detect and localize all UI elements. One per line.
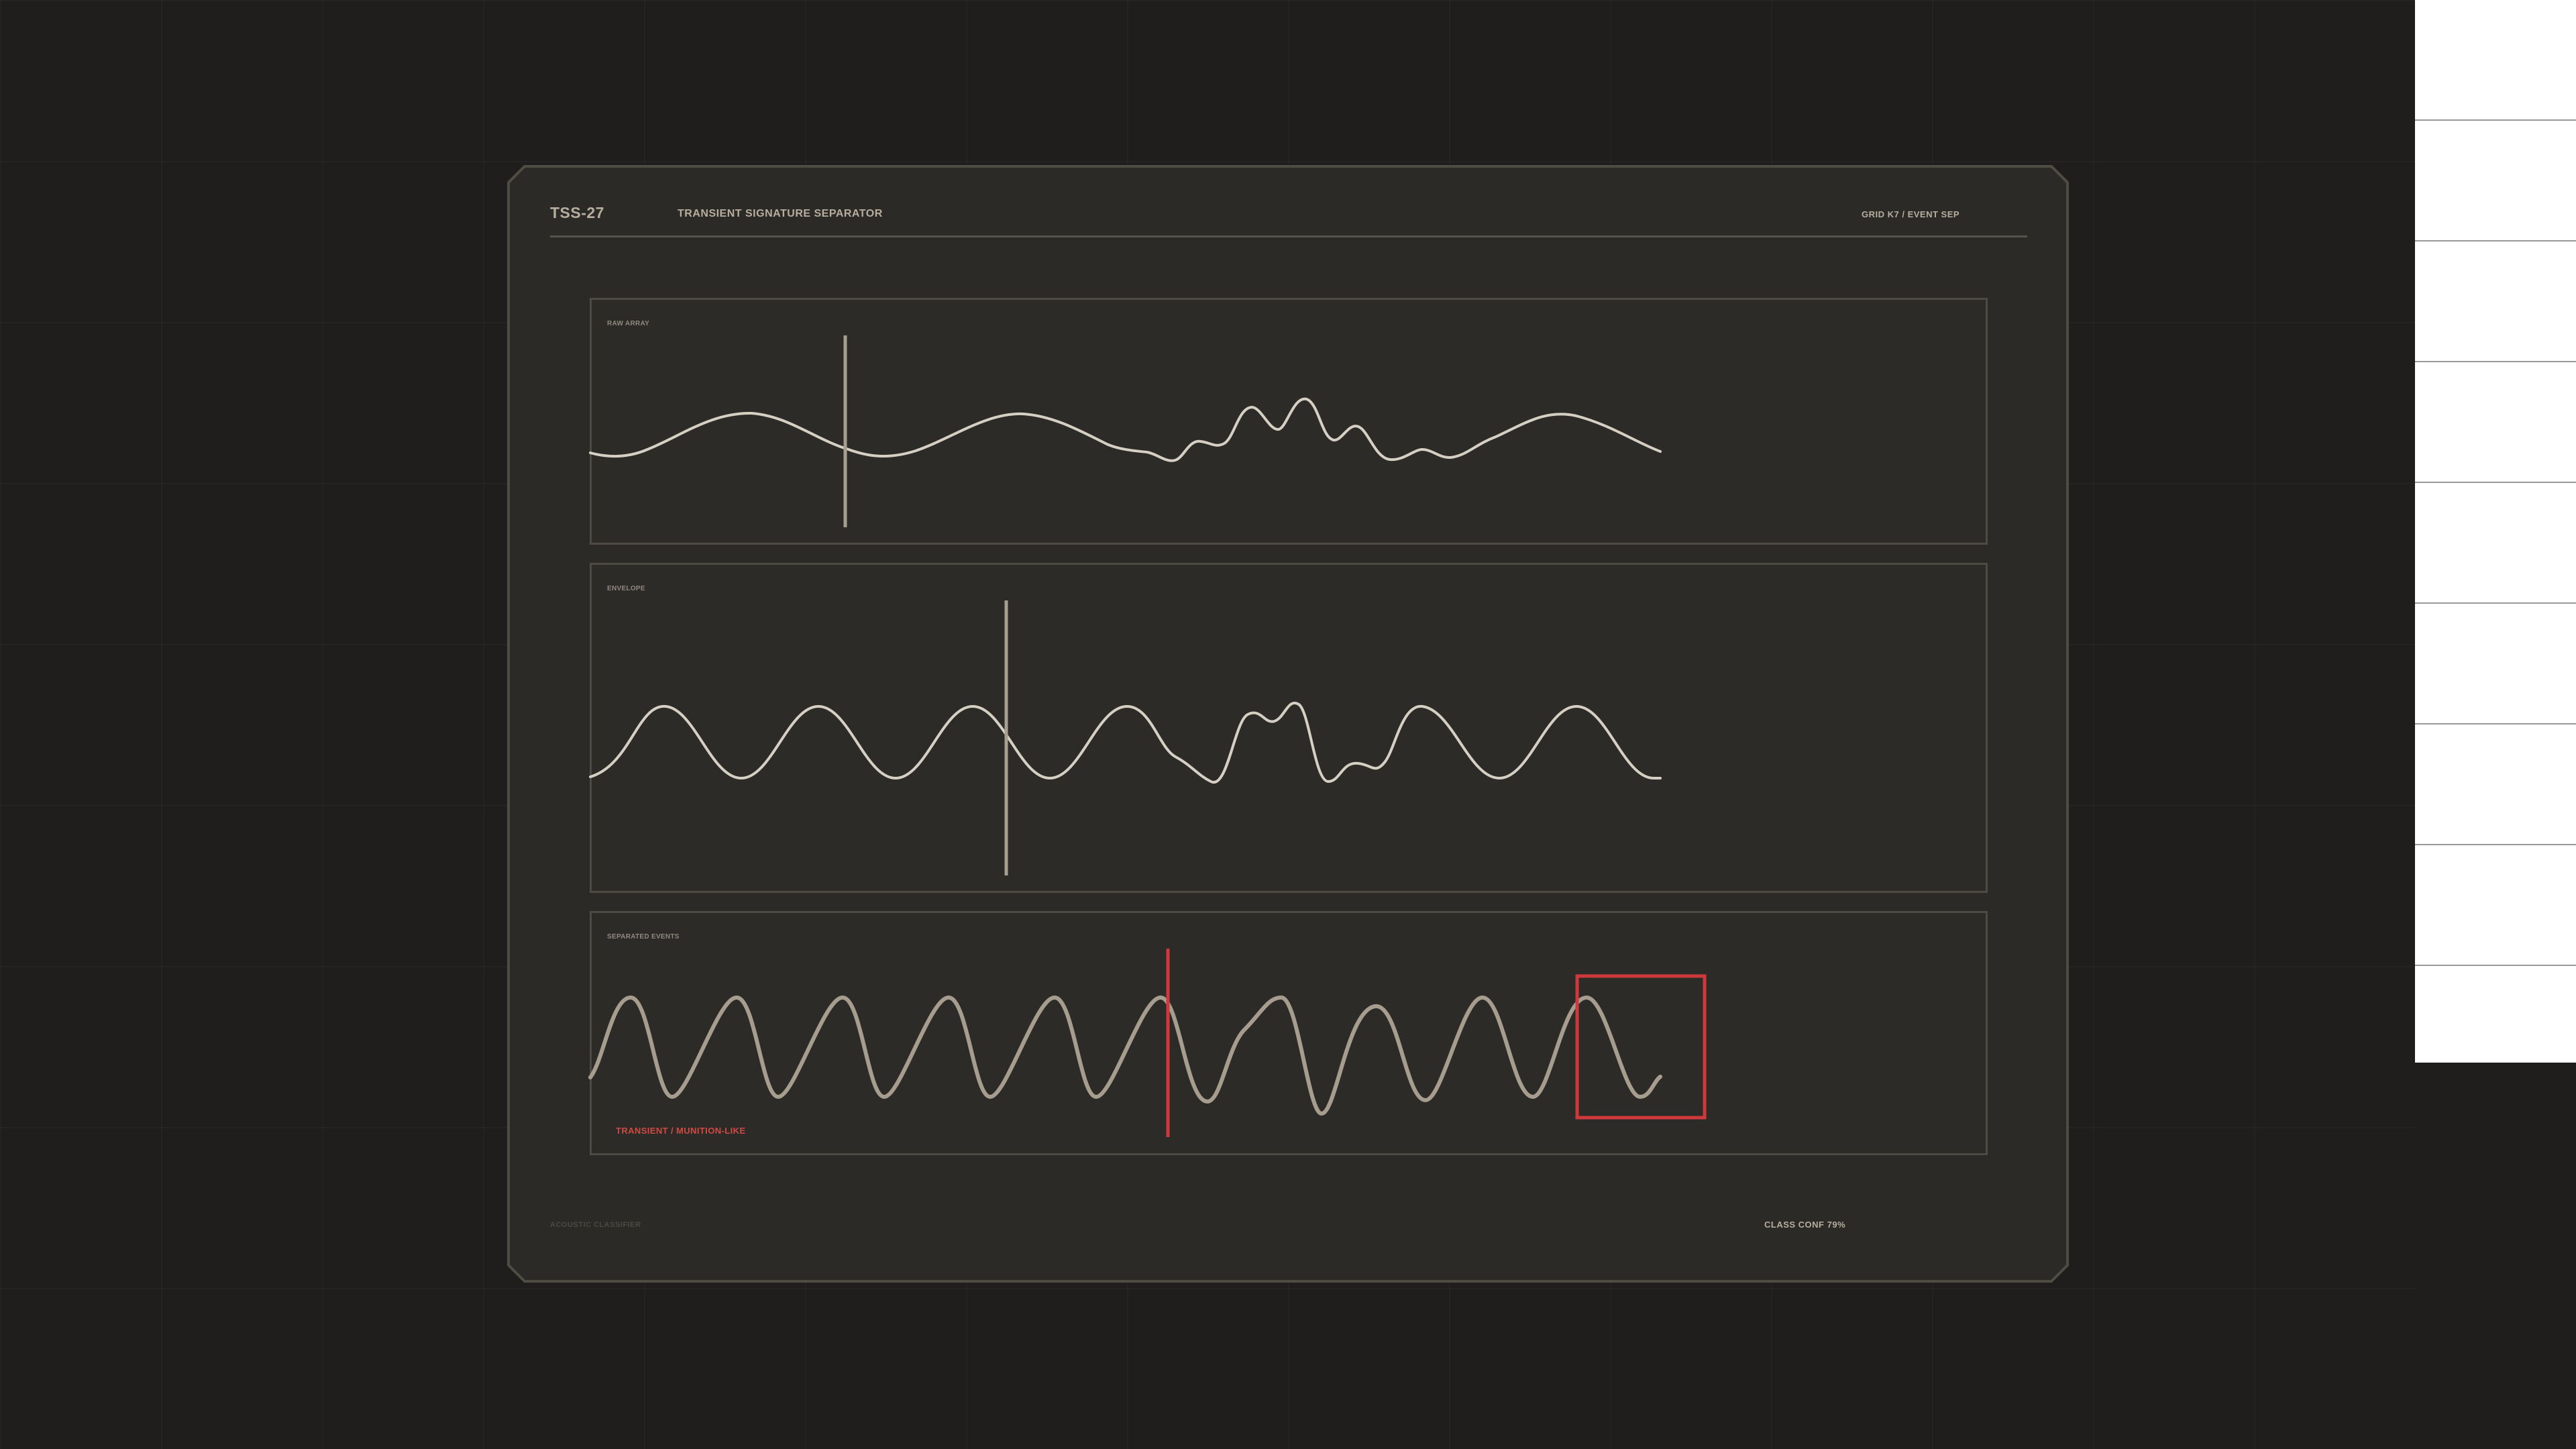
- separated-waveform: [588, 996, 1662, 1116]
- footer-classifier: ACOUSTIC CLASSIFIER: [550, 1221, 641, 1229]
- footer-confidence: CLASS CONF 79%: [1764, 1220, 1846, 1230]
- waveform-layer: [588, 335, 1707, 1137]
- raw-waveform: [589, 397, 1662, 462]
- envelope-waveform: [589, 702, 1662, 784]
- classification-label: TRANSIENT / MUNITION-LIKE: [616, 1126, 746, 1136]
- device-window: TSS-27 TRANSIENT SIGNATURE SEPARATOR GRI…: [0, 0, 2576, 1449]
